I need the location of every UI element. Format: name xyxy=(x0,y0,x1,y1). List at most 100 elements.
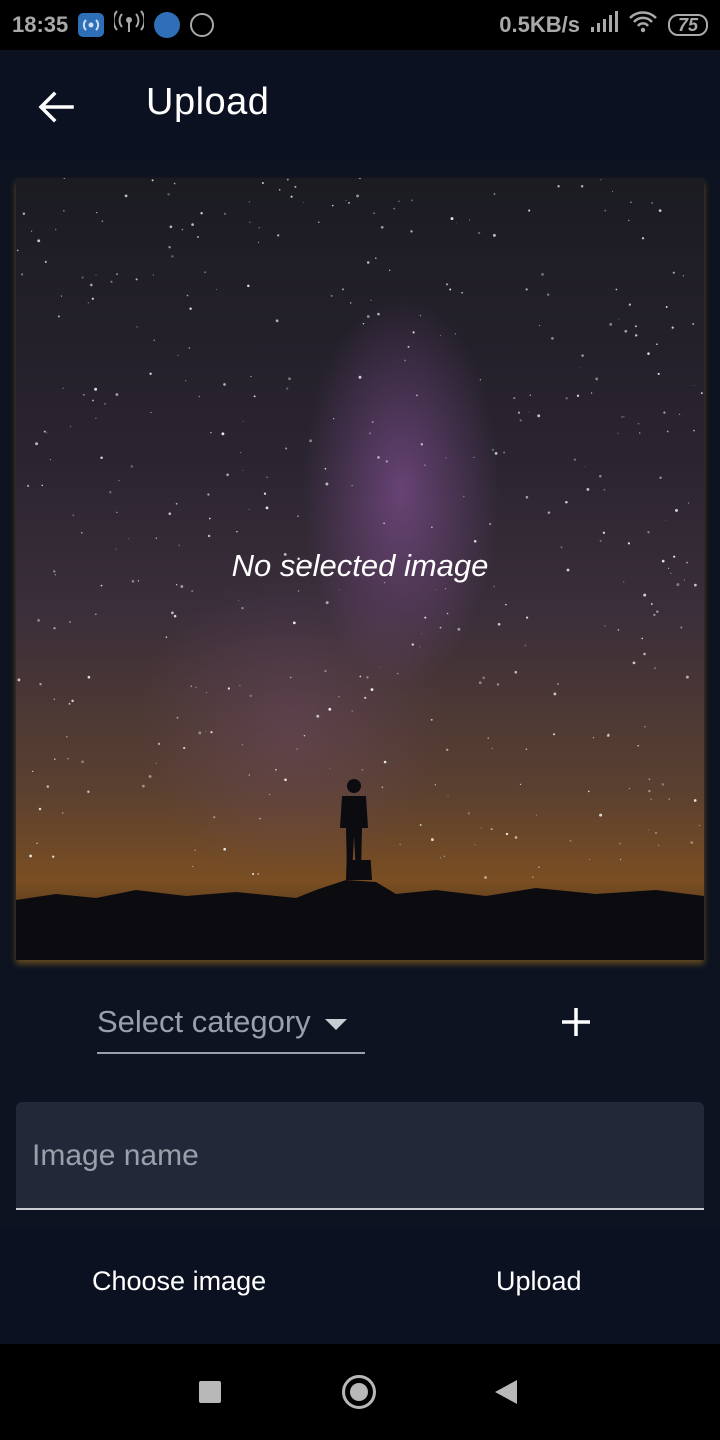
star xyxy=(637,744,639,747)
star xyxy=(434,784,436,786)
star xyxy=(258,227,260,229)
star xyxy=(675,508,678,512)
star xyxy=(110,280,113,283)
star xyxy=(528,209,531,212)
home-icon[interactable] xyxy=(342,1375,376,1409)
star xyxy=(241,743,244,746)
recents-icon[interactable] xyxy=(199,1381,221,1403)
star xyxy=(366,676,369,679)
star xyxy=(191,223,194,226)
star xyxy=(457,627,461,631)
star xyxy=(656,610,659,613)
star xyxy=(328,707,332,711)
star xyxy=(253,395,256,398)
star xyxy=(455,222,457,224)
star xyxy=(292,621,296,625)
star xyxy=(189,307,192,310)
star xyxy=(309,439,313,443)
star xyxy=(526,616,529,619)
star xyxy=(637,422,640,425)
star xyxy=(81,760,84,764)
star xyxy=(576,394,580,397)
star xyxy=(693,799,697,802)
add-category-button[interactable] xyxy=(550,996,602,1048)
star xyxy=(359,675,362,678)
star xyxy=(467,812,470,815)
star xyxy=(204,271,206,273)
star xyxy=(348,202,350,204)
star xyxy=(116,511,118,514)
star xyxy=(647,352,650,355)
star xyxy=(454,333,456,335)
star xyxy=(692,323,695,325)
star xyxy=(399,843,401,846)
star xyxy=(603,489,606,491)
upload-button[interactable]: Upload xyxy=(496,1266,582,1297)
star xyxy=(128,538,130,540)
star xyxy=(224,212,226,215)
star xyxy=(698,825,700,827)
star xyxy=(592,737,595,739)
category-dropdown[interactable]: Select category xyxy=(97,992,365,1054)
star xyxy=(600,179,602,181)
star xyxy=(694,583,697,587)
star xyxy=(641,237,645,240)
star xyxy=(547,293,550,296)
star xyxy=(69,425,72,428)
star xyxy=(89,283,93,287)
star xyxy=(379,666,381,668)
status-time: 18:35 xyxy=(12,12,69,37)
image-name-field[interactable] xyxy=(16,1102,704,1210)
star xyxy=(294,185,297,188)
star xyxy=(109,491,112,494)
star xyxy=(525,495,529,499)
star xyxy=(259,817,261,820)
star xyxy=(450,217,454,221)
star xyxy=(115,393,119,396)
star xyxy=(195,686,197,688)
star xyxy=(650,798,652,800)
star xyxy=(389,269,391,271)
star xyxy=(101,220,104,222)
star xyxy=(380,225,384,229)
star xyxy=(474,844,476,846)
star xyxy=(473,456,475,458)
star xyxy=(96,211,98,214)
star xyxy=(248,774,251,776)
star xyxy=(469,219,471,221)
star xyxy=(671,326,674,329)
star xyxy=(60,295,62,297)
status-left: 18:35 xyxy=(12,10,215,40)
home-icon-inner xyxy=(350,1383,368,1401)
star xyxy=(420,443,424,446)
star xyxy=(493,193,496,195)
star xyxy=(446,612,449,615)
star xyxy=(46,432,48,434)
star xyxy=(41,484,43,487)
star xyxy=(607,733,610,736)
star xyxy=(461,292,463,294)
star xyxy=(207,493,210,496)
star xyxy=(181,228,184,231)
star xyxy=(444,588,447,590)
star xyxy=(67,758,69,760)
star xyxy=(604,209,607,212)
star xyxy=(369,432,372,435)
star xyxy=(595,377,599,381)
star xyxy=(496,683,500,686)
star xyxy=(651,202,654,204)
star xyxy=(165,636,168,638)
star xyxy=(514,670,518,674)
star xyxy=(249,221,251,223)
star xyxy=(397,672,399,675)
image-preview[interactable]: No selected image xyxy=(16,178,704,960)
star xyxy=(221,432,225,436)
star xyxy=(661,783,665,786)
star xyxy=(341,288,345,291)
back-button[interactable] xyxy=(30,82,82,132)
star xyxy=(338,696,340,698)
image-name-input[interactable] xyxy=(32,1132,682,1180)
back-triangle-icon[interactable] xyxy=(495,1380,517,1404)
star xyxy=(196,235,200,239)
choose-image-button[interactable]: Choose image xyxy=(92,1266,266,1297)
